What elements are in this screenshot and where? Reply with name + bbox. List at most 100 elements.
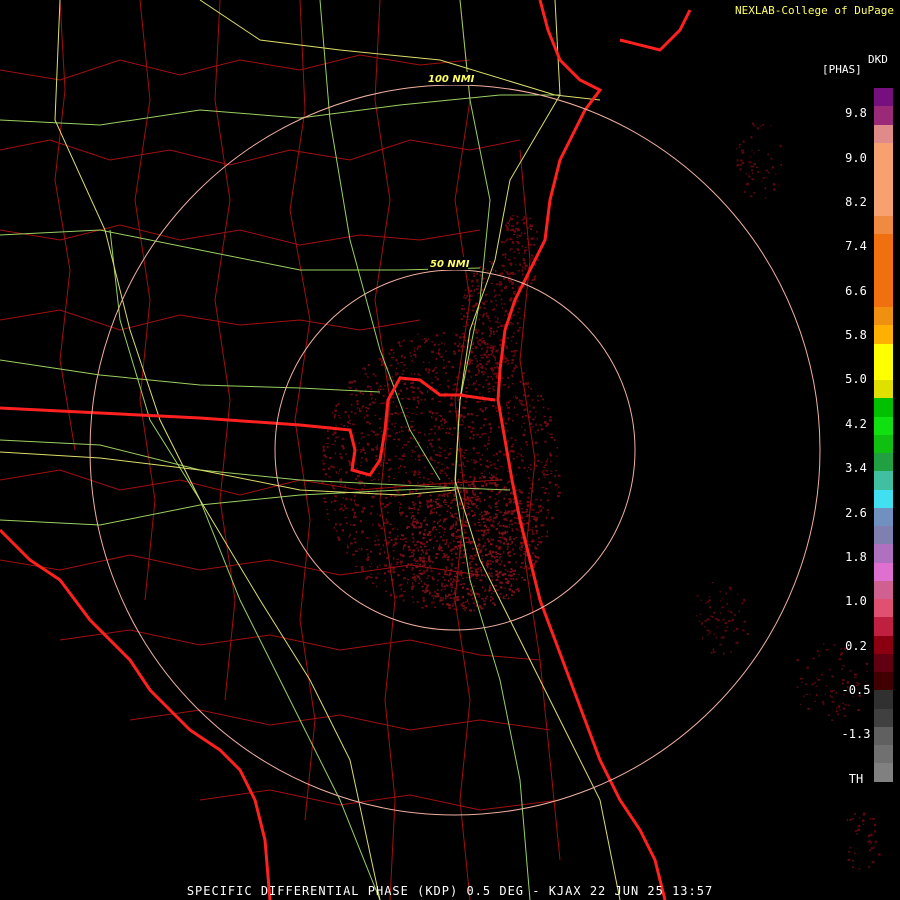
- echo-speck: [493, 289, 496, 292]
- echo-speck: [463, 315, 466, 318]
- echo-speck: [491, 482, 493, 485]
- echo-speck: [373, 478, 376, 480]
- echo-speck: [507, 406, 510, 409]
- echo-speck: [719, 612, 722, 614]
- echo-speck: [431, 561, 434, 564]
- echo-speck: [412, 541, 415, 543]
- echo-speck: [519, 547, 521, 549]
- echo-speck: [498, 593, 502, 595]
- echo-speck: [490, 560, 492, 563]
- echo-speck: [469, 436, 471, 440]
- echo-speck: [509, 272, 512, 275]
- echo-speck: [520, 562, 523, 564]
- echo-speck: [738, 143, 741, 146]
- colorbar-swatch: [874, 142, 893, 161]
- echo-speck: [365, 548, 369, 551]
- echo-speck: [461, 562, 465, 564]
- echo-speck: [431, 595, 434, 597]
- echo-speck: [400, 562, 402, 565]
- echo-speck: [467, 592, 470, 595]
- echo-speck: [805, 693, 808, 695]
- echo-speck: [822, 702, 825, 705]
- echo-speck: [393, 438, 396, 441]
- echo-speck: [492, 520, 495, 522]
- echo-speck: [402, 569, 405, 572]
- echo-speck: [443, 554, 446, 557]
- echo-speck: [502, 597, 505, 599]
- echo-speck: [507, 430, 509, 432]
- echo-speck: [557, 474, 561, 477]
- echo-speck: [347, 421, 350, 423]
- echo-speck: [544, 464, 547, 467]
- echo-speck: [492, 521, 495, 523]
- echo-speck: [496, 552, 500, 555]
- echo-speck: [469, 289, 473, 292]
- echo-speck: [508, 588, 512, 591]
- echo-speck: [548, 492, 550, 495]
- echo-speck: [392, 568, 395, 571]
- echo-speck: [496, 589, 499, 591]
- echo-speck: [418, 556, 422, 560]
- echo-speck: [410, 420, 414, 422]
- echo-speck: [471, 427, 475, 430]
- echo-speck: [510, 585, 513, 587]
- echo-speck: [460, 313, 462, 315]
- echo-speck: [485, 355, 489, 359]
- echo-speck: [473, 382, 476, 385]
- echo-speck: [431, 370, 434, 372]
- colorbar-swatch: [874, 562, 893, 581]
- echo-speck: [358, 548, 360, 550]
- colorbar-swatch: [874, 343, 893, 362]
- echo-speck: [510, 437, 513, 439]
- echo-speck: [463, 524, 466, 527]
- echo-speck: [469, 294, 473, 297]
- echo-speck: [495, 578, 499, 581]
- echo-speck: [469, 609, 472, 612]
- echo-speck: [435, 417, 438, 420]
- echo-speck: [529, 405, 531, 407]
- echo-speck: [359, 391, 362, 394]
- echo-speck: [520, 232, 523, 235]
- echo-speck: [483, 353, 487, 356]
- echo-speck: [738, 146, 741, 148]
- echo-speck: [410, 425, 413, 428]
- echo-speck: [399, 509, 400, 511]
- echo-speck: [425, 339, 428, 342]
- echo-speck: [326, 445, 329, 449]
- echo-speck: [441, 342, 443, 344]
- echo-speck: [485, 529, 487, 531]
- echo-speck: [485, 367, 487, 370]
- echo-speck: [473, 585, 475, 587]
- echo-speck: [464, 529, 466, 531]
- echo-speck: [506, 519, 508, 521]
- echo-speck: [522, 433, 524, 436]
- echo-speck: [334, 452, 336, 455]
- echo-speck: [498, 281, 502, 283]
- echo-speck: [481, 574, 483, 577]
- echo-speck: [449, 507, 452, 509]
- echo-speck: [353, 513, 355, 516]
- echo-speck: [470, 359, 474, 362]
- colorbar-swatch: [874, 763, 893, 782]
- echo-speck: [422, 551, 424, 554]
- echo-speck: [515, 264, 517, 266]
- echo-speck: [508, 502, 511, 504]
- echo-speck: [513, 332, 516, 334]
- echo-speck: [431, 482, 434, 484]
- echo-speck: [417, 387, 420, 390]
- echo-speck: [463, 296, 465, 299]
- echo-speck: [386, 503, 389, 507]
- colorbar-swatch: [874, 653, 893, 672]
- echo-speck: [477, 292, 481, 294]
- echo-speck: [730, 650, 732, 653]
- colorbar-swatch: [874, 672, 893, 691]
- echo-speck: [770, 158, 773, 160]
- echo-speck: [370, 430, 374, 432]
- echo-speck: [485, 379, 488, 381]
- echo-speck: [406, 527, 409, 529]
- colorbar-swatch: [874, 161, 893, 180]
- echo-speck: [395, 358, 397, 362]
- echo-speck: [527, 386, 530, 388]
- echo-speck: [391, 430, 393, 432]
- echo-speck: [770, 125, 772, 126]
